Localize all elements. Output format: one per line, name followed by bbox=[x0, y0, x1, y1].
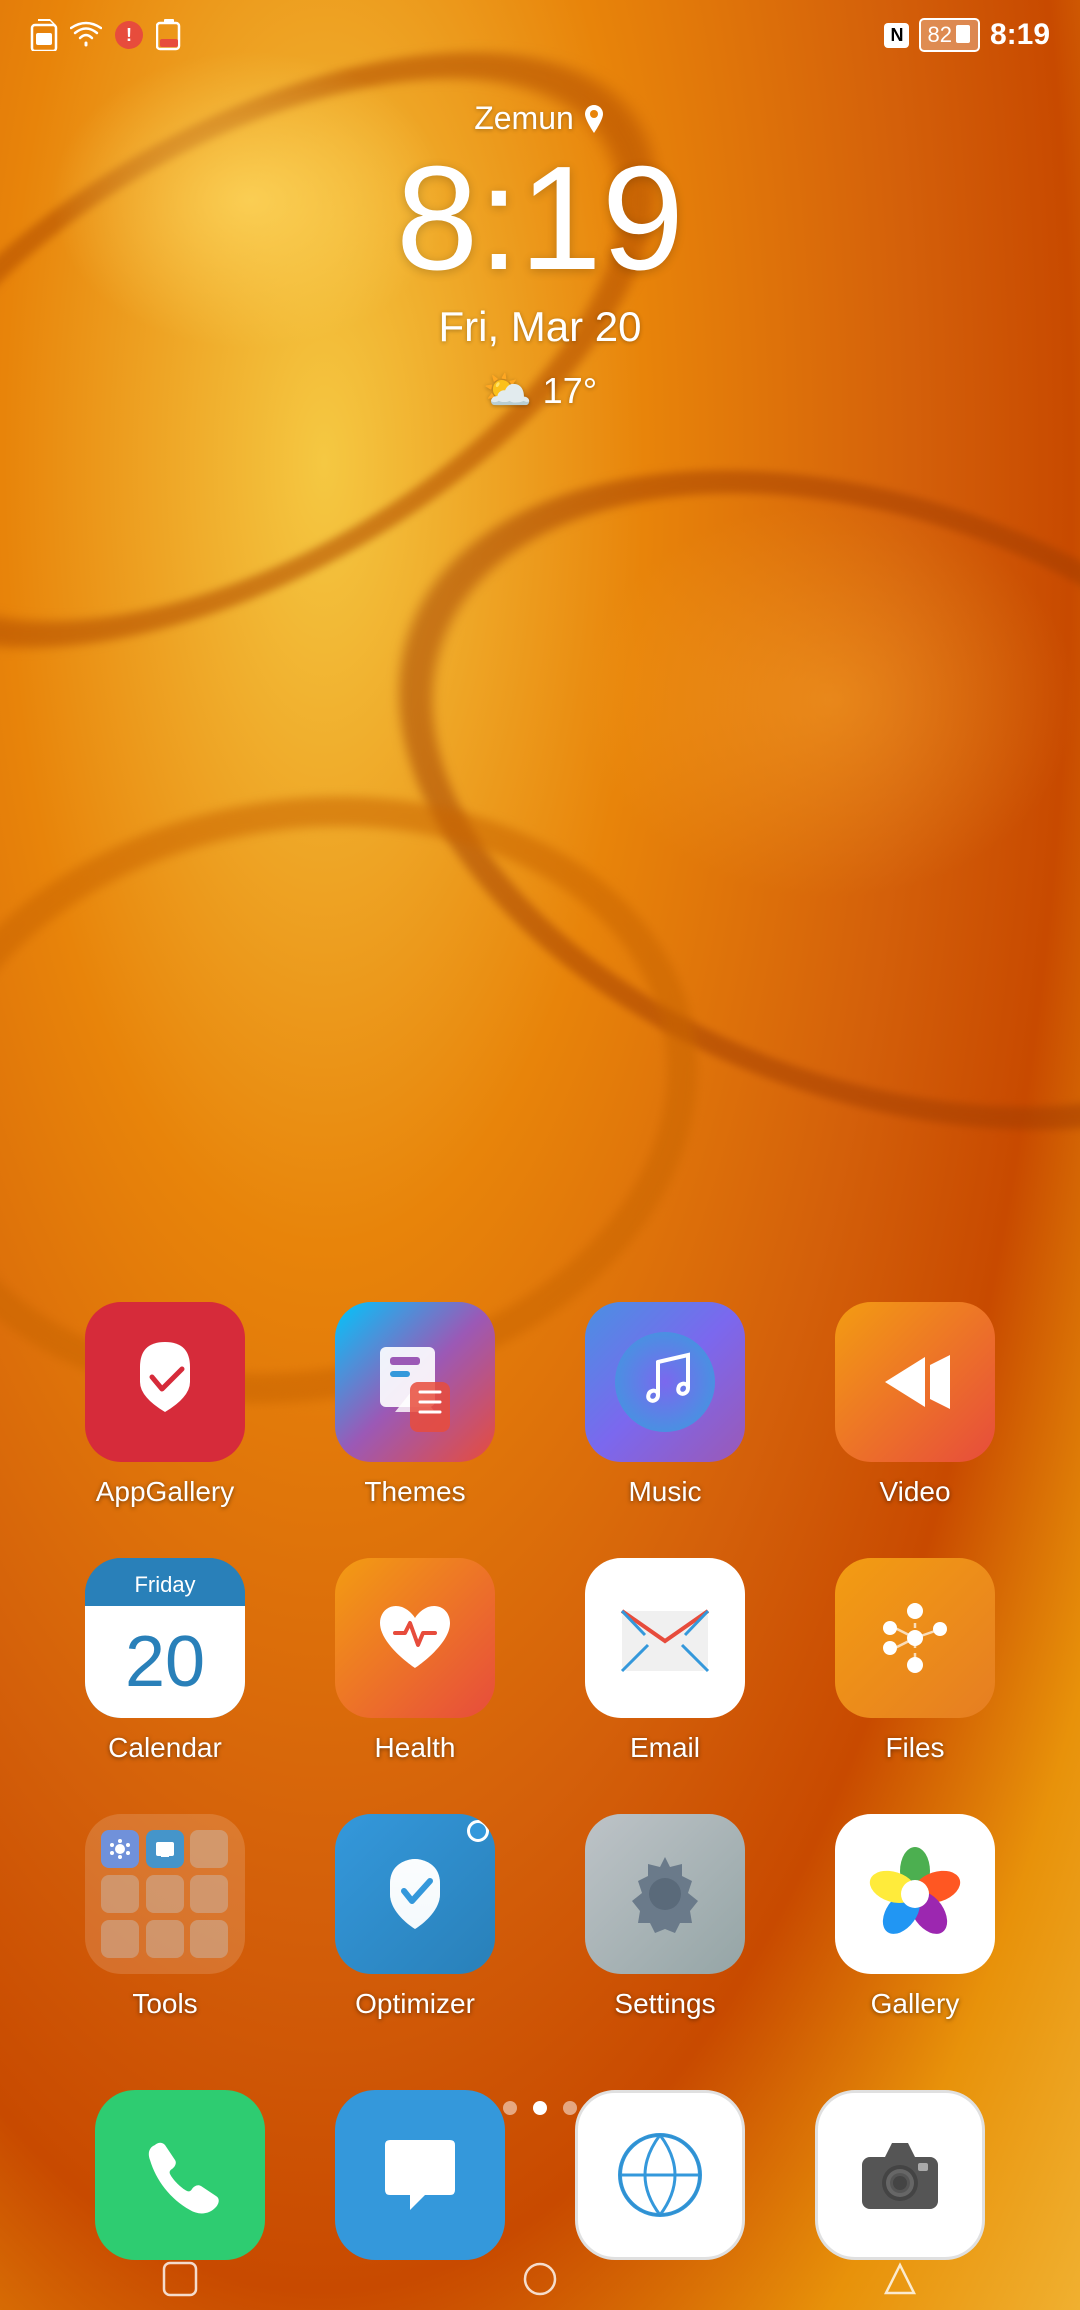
optimizer-notification bbox=[467, 1820, 489, 1842]
dock-camera[interactable] bbox=[815, 2090, 985, 2260]
dock-messages[interactable] bbox=[335, 2090, 505, 2260]
phone-icon bbox=[95, 2090, 265, 2260]
app-themes[interactable]: Themes bbox=[315, 1302, 515, 1508]
email-icon bbox=[585, 1558, 745, 1718]
app-email[interactable]: Email bbox=[565, 1558, 765, 1764]
app-gallery[interactable]: Gallery bbox=[815, 1814, 1015, 2020]
status-right-icons: N 82 8:19 bbox=[884, 18, 1050, 52]
app-optimizer[interactable]: Optimizer bbox=[315, 1814, 515, 2020]
health-icon bbox=[335, 1558, 495, 1718]
music-label: Music bbox=[628, 1476, 701, 1508]
nfc-badge: N bbox=[884, 23, 909, 48]
app-calendar[interactable]: Friday 20 Calendar bbox=[65, 1558, 265, 1764]
files-label: Files bbox=[885, 1732, 944, 1764]
music-icon bbox=[585, 1302, 745, 1462]
browser-icon bbox=[575, 2090, 745, 2260]
themes-icon bbox=[335, 1302, 495, 1462]
optimizer-icon bbox=[335, 1814, 495, 1974]
app-row-2: Friday 20 Calendar Health bbox=[40, 1558, 1040, 1764]
app-appgallery[interactable]: AppGallery bbox=[65, 1302, 265, 1508]
clock-date: Fri, Mar 20 bbox=[0, 303, 1080, 351]
themes-label: Themes bbox=[364, 1476, 465, 1508]
status-left-icons: ! bbox=[30, 19, 182, 51]
calendar-day: 20 bbox=[125, 1626, 205, 1698]
app-tools[interactable]: Tools bbox=[65, 1814, 265, 2020]
appgallery-label: AppGallery bbox=[96, 1476, 235, 1508]
clock-time: 8:19 bbox=[0, 145, 1080, 293]
dock-phone[interactable] bbox=[95, 2090, 265, 2260]
gallery-label: Gallery bbox=[871, 1988, 960, 2020]
app-health[interactable]: Health bbox=[315, 1558, 515, 1764]
health-label: Health bbox=[375, 1732, 456, 1764]
nav-bar bbox=[0, 2260, 1080, 2310]
notification-icon: ! bbox=[114, 19, 144, 51]
video-label: Video bbox=[879, 1476, 950, 1508]
files-icon bbox=[835, 1558, 995, 1718]
tools-icon bbox=[85, 1814, 245, 1974]
calendar-label: Calendar bbox=[108, 1732, 222, 1764]
status-bar: ! N 82 8:19 bbox=[0, 0, 1080, 70]
camera-icon bbox=[815, 2090, 985, 2260]
calendar-icon: Friday 20 bbox=[85, 1558, 245, 1718]
app-music[interactable]: Music bbox=[565, 1302, 765, 1508]
battery-indicator: 82 bbox=[919, 18, 979, 52]
nav-back-button[interactable] bbox=[162, 2261, 198, 2304]
calendar-body: 20 bbox=[85, 1606, 245, 1718]
dock-browser[interactable] bbox=[575, 2090, 745, 2260]
nav-home-button[interactable] bbox=[522, 2261, 558, 2304]
svg-text:!: ! bbox=[126, 25, 132, 45]
nav-recent-button[interactable] bbox=[882, 2261, 918, 2304]
app-grid: AppGallery Themes bbox=[0, 1302, 1080, 2070]
tools-label: Tools bbox=[132, 1988, 197, 2020]
app-row-1: AppGallery Themes bbox=[40, 1302, 1040, 1508]
app-video[interactable]: Video bbox=[815, 1302, 1015, 1508]
app-files[interactable]: Files bbox=[815, 1558, 1015, 1764]
battery-status-icon bbox=[156, 19, 182, 51]
calendar-header: Friday bbox=[85, 1558, 245, 1606]
optimizer-label: Optimizer bbox=[355, 1988, 475, 2020]
location: Zemun bbox=[0, 100, 1080, 137]
video-icon bbox=[835, 1302, 995, 1462]
messages-icon bbox=[335, 2090, 505, 2260]
battery-level: 82 bbox=[927, 22, 951, 48]
wifi-icon bbox=[70, 21, 102, 49]
status-time: 8:19 bbox=[990, 18, 1050, 52]
email-label: Email bbox=[630, 1732, 700, 1764]
settings-label: Settings bbox=[614, 1988, 715, 2020]
gallery-icon bbox=[835, 1814, 995, 1974]
app-row-3: Tools Optimizer bbox=[40, 1814, 1040, 2020]
sim-icon bbox=[30, 19, 58, 51]
settings-icon bbox=[585, 1814, 745, 1974]
clock-area: Zemun 8:19 Fri, Mar 20 ⛅ 17° bbox=[0, 100, 1080, 414]
app-settings[interactable]: Settings bbox=[565, 1814, 765, 2020]
weather: ⛅ 17° bbox=[0, 367, 1080, 414]
dock bbox=[0, 2090, 1080, 2260]
appgallery-icon bbox=[85, 1302, 245, 1462]
